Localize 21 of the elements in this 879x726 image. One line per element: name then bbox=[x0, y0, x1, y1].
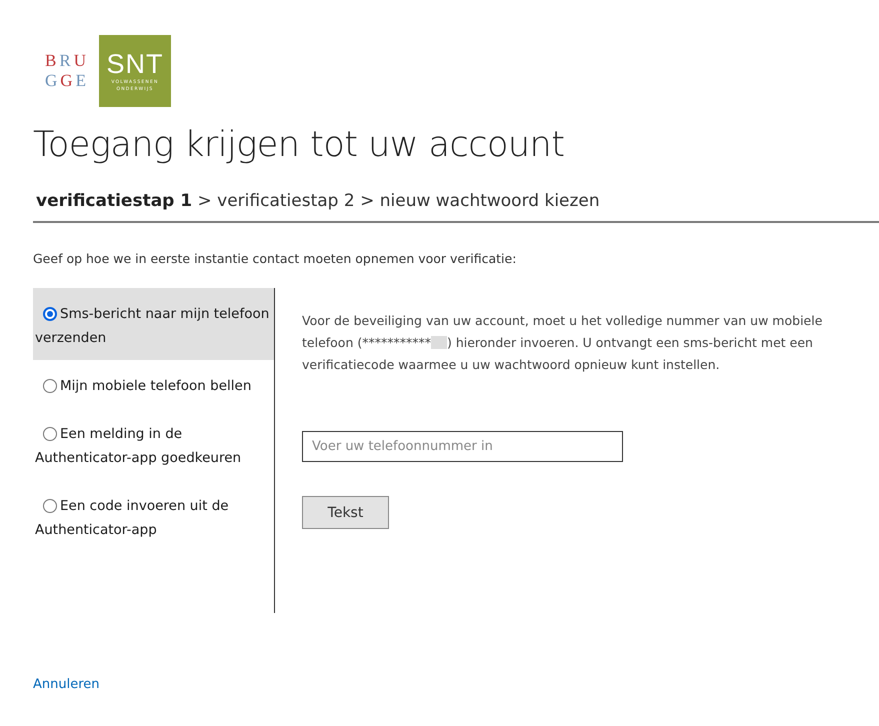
description-text: Voor de beveiliging van uw account, moet u het volledige nummer van uw mobiele telefoon (*********** ) hieronder invoeren. U ontvangt een sms-bericht met een verificatiecode waarmee u uw wachtwoord opnieuw kunt instellen. bbox=[302, 312, 824, 374]
radio-button[interactable] bbox=[43, 379, 57, 393]
verification-option[interactable]: Een code invoeren uit de Authenticator-app bbox=[33, 480, 274, 552]
radio-button[interactable] bbox=[43, 307, 57, 321]
verification-option[interactable]: Sms-bericht naar mijn telefoon verzenden bbox=[33, 288, 274, 360]
verification-option[interactable]: Mijn mobiele telefoon bellen bbox=[33, 360, 274, 408]
step-separator: > bbox=[196, 191, 213, 211]
send-text-button[interactable]: Tekst bbox=[302, 496, 389, 529]
verification-option[interactable]: Een melding in de Authenticator-app goedkeuren bbox=[33, 408, 274, 480]
logo-text: SNT bbox=[106, 49, 164, 79]
cancel-link[interactable]: Annuleren bbox=[33, 677, 100, 692]
radio-button[interactable] bbox=[43, 499, 57, 513]
breadcrumb-step: verificatiestap 2 bbox=[217, 191, 355, 211]
step-separator: > bbox=[359, 191, 376, 211]
breadcrumb-step: nieuw wachtwoord kiezen bbox=[380, 191, 600, 211]
phone-input-field[interactable]: Voer uw telefoonnummer in bbox=[302, 431, 623, 462]
breadcrumb-step: verificatiestap 1 bbox=[36, 191, 192, 211]
logo-text: GGE bbox=[45, 71, 89, 91]
radio-button[interactable] bbox=[43, 427, 57, 441]
page-title: Toegang krijgen tot uw account bbox=[33, 124, 566, 167]
instruction-text: Geef op hoe we in eerste instantie contact moeten opnemen voor verificatie: bbox=[33, 251, 518, 266]
